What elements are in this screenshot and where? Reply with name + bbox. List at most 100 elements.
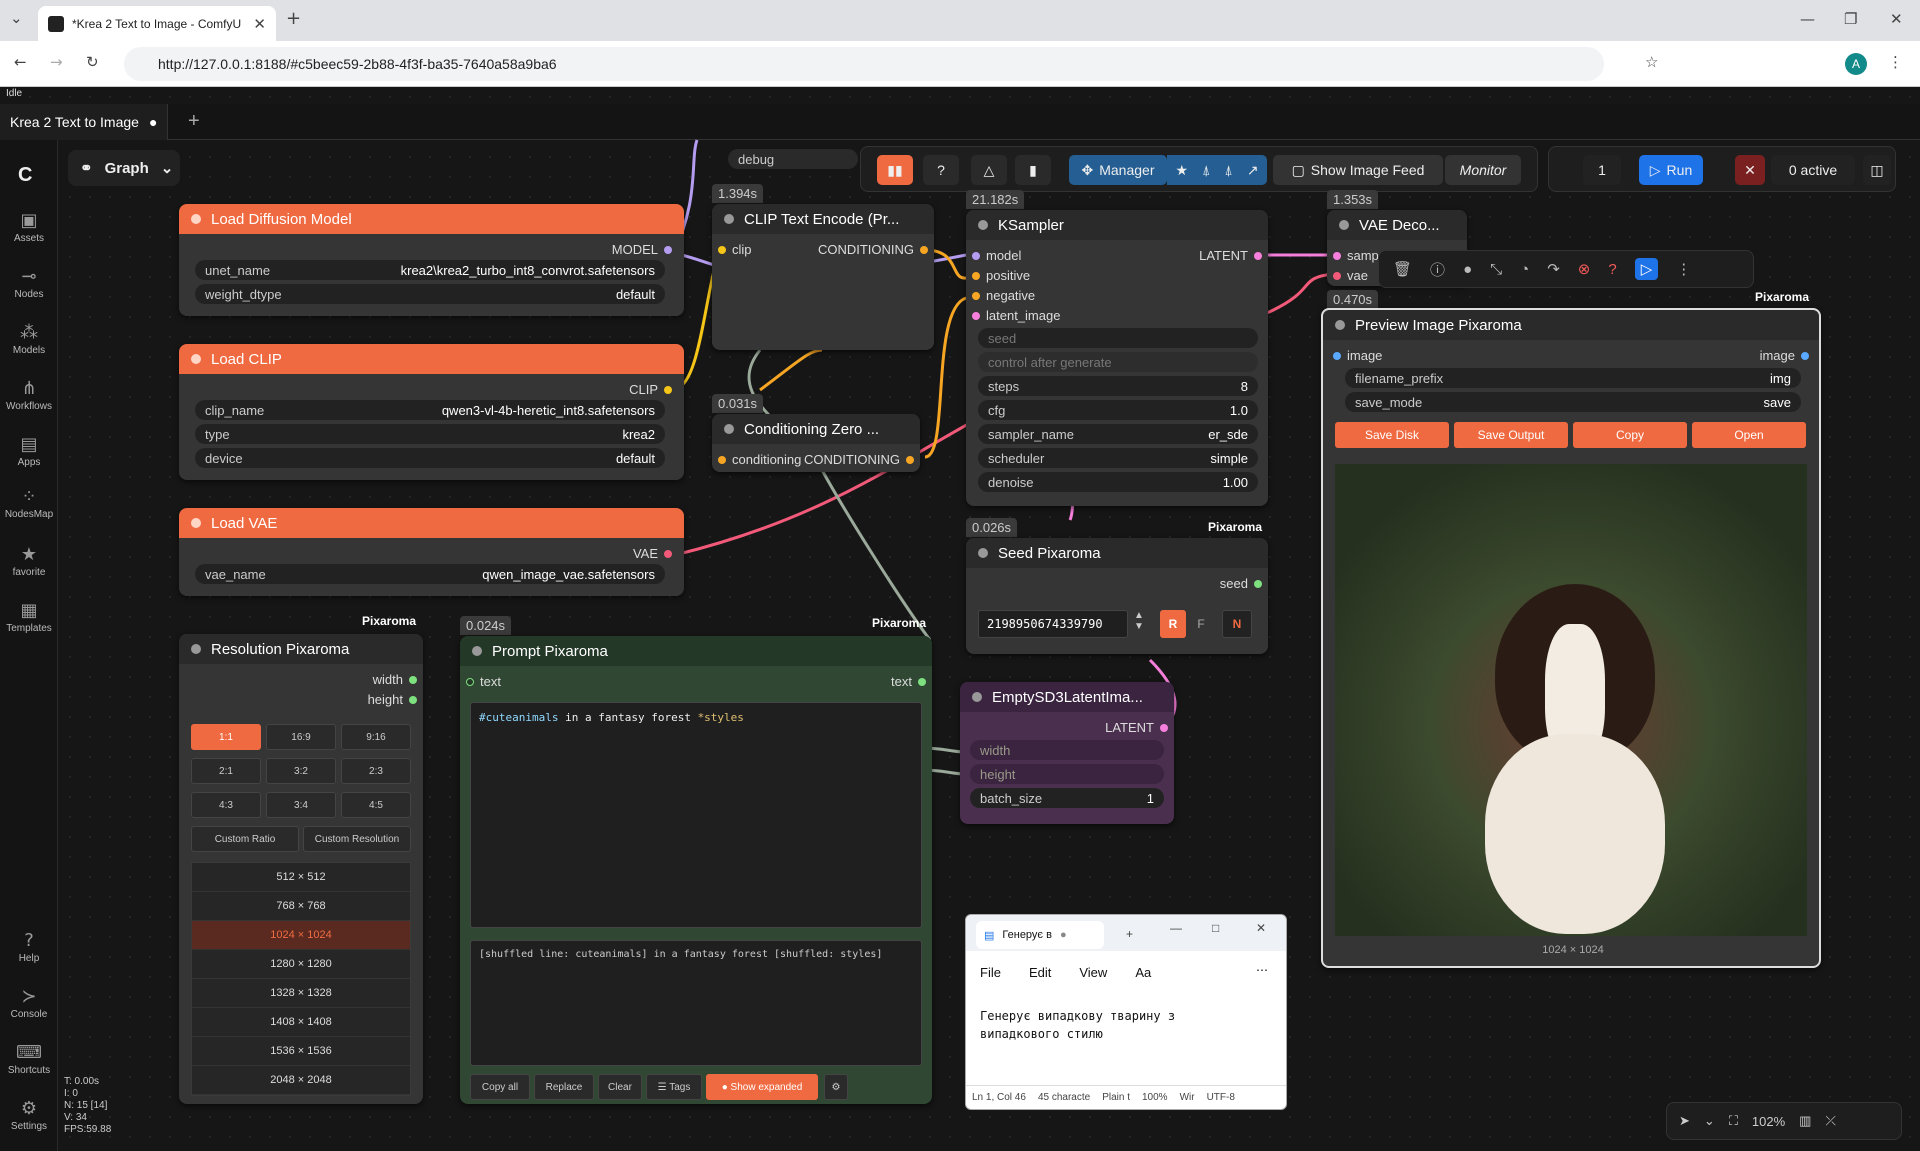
resolution-option[interactable]: 2048 × 2048 xyxy=(192,1066,410,1095)
widget-sampler-name[interactable]: sampler_name er_sde xyxy=(978,424,1258,444)
output-slot[interactable] xyxy=(1254,251,1262,260)
profile-avatar[interactable]: A xyxy=(1845,53,1867,75)
show-expanded-button[interactable]: ● Show expanded xyxy=(706,1074,818,1100)
sidebar-item-assets[interactable]: ▣ Assets xyxy=(0,210,58,244)
minimize-icon[interactable]: — xyxy=(1170,921,1182,935)
stats-button[interactable]: ▮▮ xyxy=(877,155,913,185)
error-icon[interactable]: ⊗ xyxy=(1578,260,1591,278)
browser-tab[interactable]: *Krea 2 Text to Image - ComfyU ✕ xyxy=(38,6,276,41)
output-slot[interactable] xyxy=(1160,723,1168,732)
node-load-diffusion-model[interactable]: Load Diffusion Model MODEL unet_name krea… xyxy=(179,204,684,316)
back-icon[interactable]: ← xyxy=(14,53,27,71)
forward-icon[interactable]: → xyxy=(50,53,63,71)
minimap-icon[interactable]: ▥ xyxy=(1799,1113,1811,1129)
clear-button[interactable]: Clear xyxy=(598,1074,642,1100)
monitor-button[interactable]: Monitor xyxy=(1445,155,1521,185)
preview-image[interactable] xyxy=(1335,464,1807,936)
ratio-4-5-button[interactable]: 4:5 xyxy=(341,792,411,818)
widget-height[interactable]: height xyxy=(970,764,1164,784)
input-slot[interactable] xyxy=(972,271,980,280)
manager-tools[interactable]: ★ ⍋ ⍋ ↗ xyxy=(1167,155,1267,185)
widget-unet-name[interactable]: unet_name krea2\krea2_turbo_int8_convrot.… xyxy=(195,260,665,280)
queue-active[interactable]: 0 active xyxy=(1771,155,1855,185)
new-tab-button[interactable]: + xyxy=(286,8,301,29)
input-slot[interactable] xyxy=(466,677,474,686)
ratio-4-3-button[interactable]: 4:3 xyxy=(191,792,261,818)
bookmark-icon[interactable]: ☆ xyxy=(1645,53,1658,71)
resolution-option[interactable]: 1536 × 1536 xyxy=(192,1037,410,1066)
workflow-tab[interactable]: Krea 2 Text to Image ● xyxy=(0,104,169,140)
output-slot[interactable] xyxy=(664,385,672,394)
save-disk-button[interactable]: Save Disk xyxy=(1335,422,1449,448)
close-tab-icon[interactable]: ✕ xyxy=(253,15,266,33)
widget-scheduler[interactable]: scheduler simple xyxy=(978,448,1258,468)
help-icon[interactable]: ? xyxy=(1608,261,1616,278)
sidebar-item-shortcuts[interactable]: ⌨ Shortcuts xyxy=(0,1042,58,1076)
menu-icon[interactable]: ⋮ xyxy=(1888,53,1903,71)
sidebar-item-templates[interactable]: ▦ Templates xyxy=(0,600,58,634)
resolution-option[interactable]: 768 × 768 xyxy=(192,892,410,921)
show-image-feed-button[interactable]: ▢ Show Image Feed xyxy=(1273,155,1443,185)
sidebar-item-favorite[interactable]: ★ favorite xyxy=(0,544,58,578)
reload-icon[interactable]: ↻ xyxy=(86,53,99,71)
more-icon[interactable]: ⋯ xyxy=(1256,963,1268,977)
collapse-icon[interactable]: ⤡ xyxy=(1490,261,1502,278)
notepad-new-tab-icon[interactable]: + xyxy=(1126,927,1133,941)
widget-denoise[interactable]: denoise 1.00 xyxy=(978,472,1258,492)
node-preview-image[interactable]: Preview Image Pixaroma image image filen… xyxy=(1321,308,1821,968)
widget-type[interactable]: type krea2 xyxy=(195,424,665,444)
notepad-text[interactable]: Генерує випадкову тварину з випадкового … xyxy=(980,1007,1230,1043)
batch-count-input[interactable]: 1 xyxy=(1583,155,1621,185)
tab-search-icon[interactable]: ⌄ xyxy=(10,9,23,27)
menu-view[interactable]: View xyxy=(1079,965,1107,980)
input-slot[interactable] xyxy=(1333,271,1341,280)
widget-vae-name[interactable]: vae_name qwen_image_vae.safetensors xyxy=(195,564,665,584)
fit-view-icon[interactable]: ⛶ xyxy=(1729,1113,1738,1129)
resolution-option[interactable]: 1280 × 1280 xyxy=(192,950,410,979)
node-clip-text-encode[interactable]: CLIP Text Encode (Pr... clip CONDITIONIN… xyxy=(712,204,934,350)
menu-file[interactable]: File xyxy=(980,965,1001,980)
input-slot[interactable] xyxy=(972,311,980,320)
notepad-tab[interactable]: ▤ Генерує в ● xyxy=(976,921,1104,949)
prompt-editor[interactable]: #cuteanimals in a fantasy forest *styles xyxy=(470,702,922,928)
resolution-option-selected[interactable]: 1024 × 1024 xyxy=(192,921,410,950)
resolution-option[interactable]: 512 × 512 xyxy=(192,863,410,892)
copy-button[interactable]: Copy xyxy=(1573,422,1687,448)
chevron-down-icon[interactable]: ⌄ xyxy=(1704,1113,1715,1129)
panel-toggle-icon[interactable]: ◫ xyxy=(1863,155,1891,185)
save-output-button[interactable]: Save Output xyxy=(1454,422,1568,448)
ratio-16-9-button[interactable]: 16:9 xyxy=(266,724,336,750)
ratio-9-16-button[interactable]: 9:16 xyxy=(341,724,411,750)
sidebar-item-nodesmap[interactable]: ⁘ NodesMap xyxy=(0,486,58,520)
gear-icon[interactable]: ⚙ xyxy=(824,1074,848,1100)
play-icon[interactable]: ▷ xyxy=(1634,258,1659,280)
widget-weight-dtype[interactable]: weight_dtype default xyxy=(195,284,665,304)
output-slot[interactable] xyxy=(409,675,417,684)
custom-resolution-button[interactable]: Custom Resolution xyxy=(303,826,411,852)
cancel-button[interactable]: ✕ xyxy=(1735,155,1765,185)
copy-all-button[interactable]: Copy all xyxy=(470,1074,530,1100)
restore-icon[interactable]: ❐ xyxy=(1844,10,1857,28)
widget-filename-prefix[interactable]: filename_prefix img xyxy=(1345,368,1801,388)
color-icon[interactable]: ● xyxy=(1463,261,1472,278)
pointer-icon[interactable]: ➤ xyxy=(1679,1113,1690,1129)
input-slot[interactable] xyxy=(718,245,726,254)
node-load-vae[interactable]: Load VAE VAE vae_name qwen_image_vae.safe… xyxy=(179,508,684,596)
sidebar-item-models[interactable]: ⁂ Models xyxy=(0,322,58,356)
minimize-icon[interactable]: — xyxy=(1800,10,1815,28)
ratio-1-1-button[interactable]: 1:1 xyxy=(191,724,261,750)
bypass-icon[interactable]: ◔ xyxy=(1520,261,1529,278)
node-seed-pixaroma[interactable]: Seed Pixaroma seed 2198950674339790 ▲ ▼ R… xyxy=(966,538,1268,654)
sidebar-item-apps[interactable]: ▤ Apps xyxy=(0,434,58,468)
zoom-level[interactable]: 102% xyxy=(1752,1114,1785,1129)
seed-value-input[interactable]: 2198950674339790 xyxy=(978,610,1128,638)
input-slot[interactable] xyxy=(1333,251,1341,260)
bookmark-button[interactable]: ▮ xyxy=(1015,155,1051,185)
maximize-icon[interactable]: □ xyxy=(1212,921,1219,935)
output-slot[interactable] xyxy=(664,245,672,254)
widget-batch-size[interactable]: batch_size 1 xyxy=(970,788,1164,808)
widget-save-mode[interactable]: save_mode save xyxy=(1345,392,1801,412)
graph-mode-button[interactable]: ⚭ Graph ⌄ xyxy=(68,150,180,186)
output-slot[interactable] xyxy=(664,549,672,558)
output-slot[interactable] xyxy=(409,695,417,704)
